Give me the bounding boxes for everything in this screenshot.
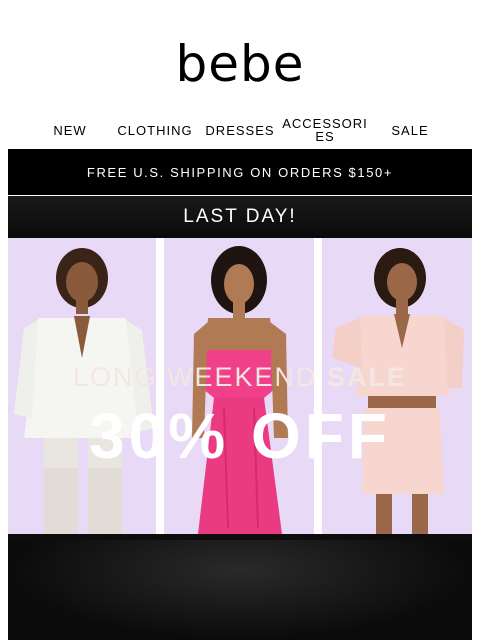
free-shipping-banner[interactable]: FREE U.S. SHIPPING ON ORDERS $150+ <box>8 149 472 195</box>
nav-item-clothing[interactable]: CLOTHING <box>110 112 200 148</box>
main-nav: NEW CLOTHING DRESSES ACCESSORIES SALE <box>0 112 480 148</box>
nav-item-dresses[interactable]: DRESSES <box>200 112 280 148</box>
nav-item-accessories[interactable]: ACCESSORIES <box>282 112 368 148</box>
logo[interactable]: bebe <box>0 36 480 92</box>
sale-banner-background <box>8 540 472 640</box>
sale-title: LONG WEEKEND SALE <box>8 362 472 393</box>
nav-item-new[interactable]: NEW <box>40 112 100 148</box>
nav-item-sale[interactable]: SALE <box>380 112 440 148</box>
sale-offer: 30% OFF <box>89 400 391 472</box>
sale-title-light: LONG WEEKEND <box>72 362 328 392</box>
last-day-label: LAST DAY! <box>8 196 472 238</box>
sale-title-bold: SALE <box>327 362 408 392</box>
